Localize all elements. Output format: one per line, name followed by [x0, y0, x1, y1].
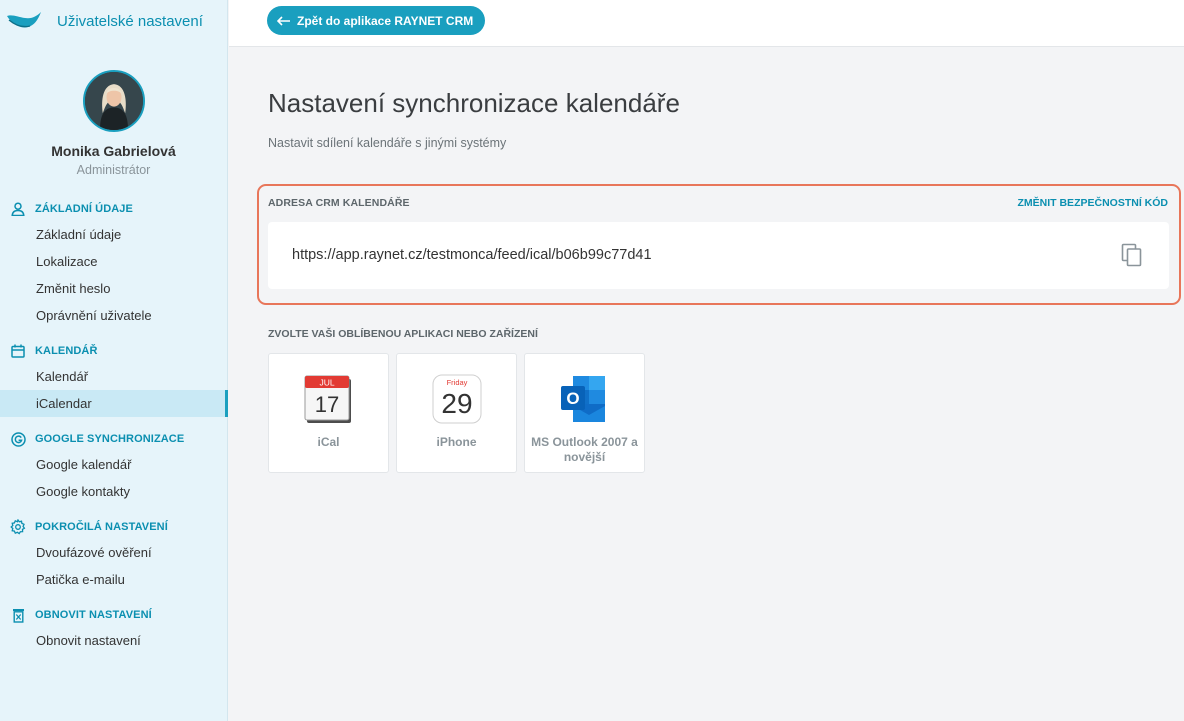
sidebar-item-paticka-emailu[interactable]: Patička e-mailu — [0, 566, 227, 593]
nav-section-advanced: Pokročilá nastavení Dvoufázové ověření P… — [0, 515, 227, 593]
calendar-address-panel: Adresa CRM kalendáře Změnit bezpečnostní… — [257, 184, 1181, 305]
calendar-icon — [10, 343, 26, 359]
sidebar-item-kalendar[interactable]: Kalendář — [0, 363, 227, 390]
back-button-label: Zpět do aplikace RAYNET CRM — [297, 13, 474, 28]
calendar-url-field[interactable]: https://app.raynet.cz/testmonca/feed/ica… — [268, 222, 1169, 289]
gear-icon — [10, 519, 26, 535]
copy-icon[interactable] — [1121, 243, 1143, 267]
user-role: Administrátor — [76, 163, 151, 177]
section-label: Obnovit nastavení — [35, 609, 152, 621]
sidebar-item-icalendar[interactable]: iCalendar — [0, 390, 228, 417]
calendar-url: https://app.raynet.cz/testmonca/feed/ica… — [292, 247, 652, 263]
nav-section-reset: Obnovit nastavení Obnovit nastavení — [0, 603, 227, 654]
outlook-icon: O — [560, 376, 605, 422]
app-name: MS Outlook 2007 a novější — [531, 435, 638, 464]
change-security-code-link[interactable]: Změnit bezpečnostní kód — [1017, 197, 1168, 209]
section-label: Základní údaje — [35, 203, 133, 215]
user-name: Monika Gabrielová — [51, 143, 176, 159]
back-to-crm-button[interactable]: Zpět do aplikace RAYNET CRM — [267, 6, 486, 35]
apps-label: Zvolte vaši oblíbenou aplikaci nebo zaří… — [268, 328, 538, 340]
person-icon — [10, 201, 26, 217]
sidebar-item-lokalizace[interactable]: Lokalizace — [0, 248, 227, 275]
page-title: Nastavení synchronizace kalendáře — [268, 88, 680, 118]
section-header: Základní údaje — [0, 197, 227, 221]
section-header: Google synchronizace — [0, 427, 227, 451]
sidebar: Uživatelské nastavení Monika Gabrielová … — [0, 0, 228, 721]
sidebar-item-google-kontakty[interactable]: Google kontakty — [0, 478, 227, 505]
nav-section-google: Google synchronizace Google kalendář Goo… — [0, 427, 227, 505]
section-header: Kalendář — [0, 339, 227, 363]
app-picker: JUL 17 iCal Friday 29 iPhone O MS Outloo… — [268, 353, 645, 473]
sidebar-item-opravneni[interactable]: Oprávnění uživatele — [0, 302, 227, 329]
page-subtitle: Nastavit sdílení kalendáře s jinými syst… — [268, 136, 507, 150]
topbar: Zpět do aplikace RAYNET CRM — [229, 0, 1184, 47]
iphone-day: 29 — [441, 388, 472, 419]
iphone-weekday: Friday — [446, 378, 467, 387]
sidebar-item-google-kalendar[interactable]: Google kalendář — [0, 451, 227, 478]
outlook-letter: O — [566, 389, 579, 408]
ical-day: 17 — [314, 392, 338, 417]
section-label: Kalendář — [35, 345, 98, 357]
section-header: Obnovit nastavení — [0, 603, 227, 627]
section-header: Pokročilá nastavení — [0, 515, 227, 539]
brand: Uživatelské nastavení — [0, 0, 227, 42]
calendar-address-label: Adresa CRM kalendáře — [268, 197, 410, 209]
iphone-calendar-icon: Friday 29 — [432, 374, 481, 424]
raynet-logo-icon — [7, 12, 41, 28]
ical-month: JUL — [319, 378, 334, 388]
avatar[interactable] — [82, 70, 145, 132]
ical-icon: JUL 17 — [304, 375, 351, 423]
nav-section-calendar: Kalendář Kalendář iCalendar — [0, 339, 228, 417]
sidebar-item-obnovit-nastaveni[interactable]: Obnovit nastavení — [0, 627, 227, 654]
trash-icon — [10, 607, 26, 623]
google-icon — [10, 431, 26, 447]
section-label: Pokročilá nastavení — [35, 521, 168, 533]
app-name: iPhone — [436, 435, 477, 449]
section-label: Google synchronizace — [35, 433, 185, 445]
sidebar-nav: Základní údaje Základní údaje Lokalizace… — [0, 197, 228, 654]
app-title: Uživatelské nastavení — [57, 12, 203, 30]
main-content: Nastavení synchronizace kalendáře Nastav… — [257, 47, 1181, 473]
sidebar-item-zakladni-udaje[interactable]: Základní údaje — [0, 221, 227, 248]
app-card-iphone[interactable]: Friday 29 iPhone — [396, 353, 517, 473]
sidebar-item-dvoufazove-overeni[interactable]: Dvoufázové ověření — [0, 539, 227, 566]
nav-section-basic: Základní údaje Základní údaje Lokalizace… — [0, 197, 227, 329]
app-card-outlook[interactable]: O MS Outlook 2007 a novější — [524, 353, 645, 473]
sidebar-item-zmenit-heslo[interactable]: Změnit heslo — [0, 275, 227, 302]
app-name: iCal — [317, 435, 340, 449]
arrow-left-icon — [277, 15, 290, 26]
user-card: Monika Gabrielová Administrátor — [0, 70, 227, 177]
app-card-ical[interactable]: JUL 17 iCal — [268, 353, 389, 473]
